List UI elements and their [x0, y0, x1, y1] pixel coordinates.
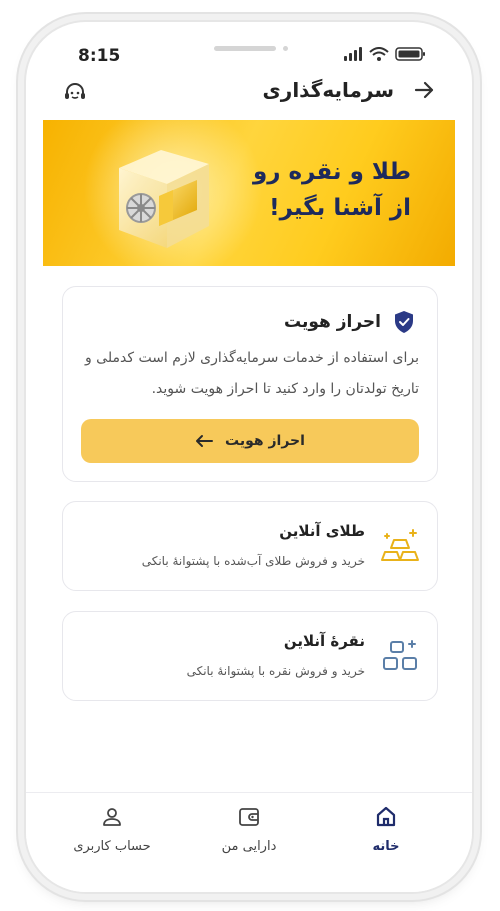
page-title: سرمایه‌گذاری [262, 78, 394, 102]
arrow-right-icon[interactable] [412, 78, 436, 102]
kyc-title-row: احراز هویت [284, 309, 415, 335]
status-bar: 8:15 [26, 22, 472, 66]
wifi-icon [369, 47, 389, 61]
phone-frame: 8:15 سرمایه‌گذاری [26, 22, 472, 892]
tab-account[interactable]: حساب کاربری [52, 805, 172, 854]
speaker-notch [214, 46, 276, 51]
silver-title: نقرهٔ آنلاین [283, 632, 365, 650]
arrow-left-icon [196, 435, 214, 447]
camera-dot [283, 46, 288, 51]
signal-icon [344, 47, 362, 61]
status-time: 8:15 [78, 46, 121, 66]
kyc-description: برای استفاده از خدمات سرمایه‌گذاری لازم … [84, 350, 419, 397]
user-icon [103, 808, 121, 826]
shield-check-icon [395, 311, 413, 333]
battery-icon [395, 47, 425, 61]
tab-account-label: حساب کاربری [73, 839, 151, 854]
silver-online-card[interactable]: نقرهٔ آنلاین خرید و فروش نقره با پشتوانه… [62, 611, 438, 701]
gold-subtitle: خرید و فروش طلای آب‌شده با پشتوانهٔ بانک… [141, 554, 365, 568]
banner-headline: طلا و نقره رو از آشنا بگیر! [253, 154, 411, 226]
banner-line-2: از آشنا بگیر! [269, 195, 411, 221]
page-header: سرمایه‌گذاری [26, 70, 472, 114]
bottom-tab-bar: خانه دارایی من حساب کاربری [26, 793, 472, 892]
status-icons [344, 47, 425, 61]
tab-home[interactable]: خانه [326, 805, 446, 854]
tab-home-label: خانه [372, 839, 400, 854]
wallet-icon [239, 808, 259, 826]
gold-bars-icon [381, 529, 419, 561]
gold-safe-illustration [119, 150, 209, 248]
kyc-button-label: احراز هویت [225, 433, 305, 449]
promo-banner[interactable]: طلا و نقره رو از آشنا بگیر! [43, 120, 455, 266]
silver-subtitle: خرید و فروش نقره با پشتوانهٔ بانکی [186, 664, 365, 678]
tab-my-assets-label: دارایی من [221, 839, 277, 854]
kyc-start-button[interactable]: احراز هویت [81, 419, 419, 463]
kyc-card: احراز هویت برای استفاده از خدمات سرمایه‌… [62, 286, 438, 482]
gold-title: طلای آنلاین [279, 522, 365, 540]
tab-my-assets[interactable]: دارایی من [189, 805, 309, 854]
kyc-title: احراز هویت [283, 312, 381, 332]
home-icon [376, 806, 396, 827]
headset-icon[interactable] [62, 80, 88, 106]
banner-line-1: طلا و نقره رو [252, 159, 411, 185]
gold-online-card[interactable]: طلای آنلاین خرید و فروش طلای آب‌شده با پ… [62, 501, 438, 591]
silver-bars-icon [383, 640, 417, 670]
